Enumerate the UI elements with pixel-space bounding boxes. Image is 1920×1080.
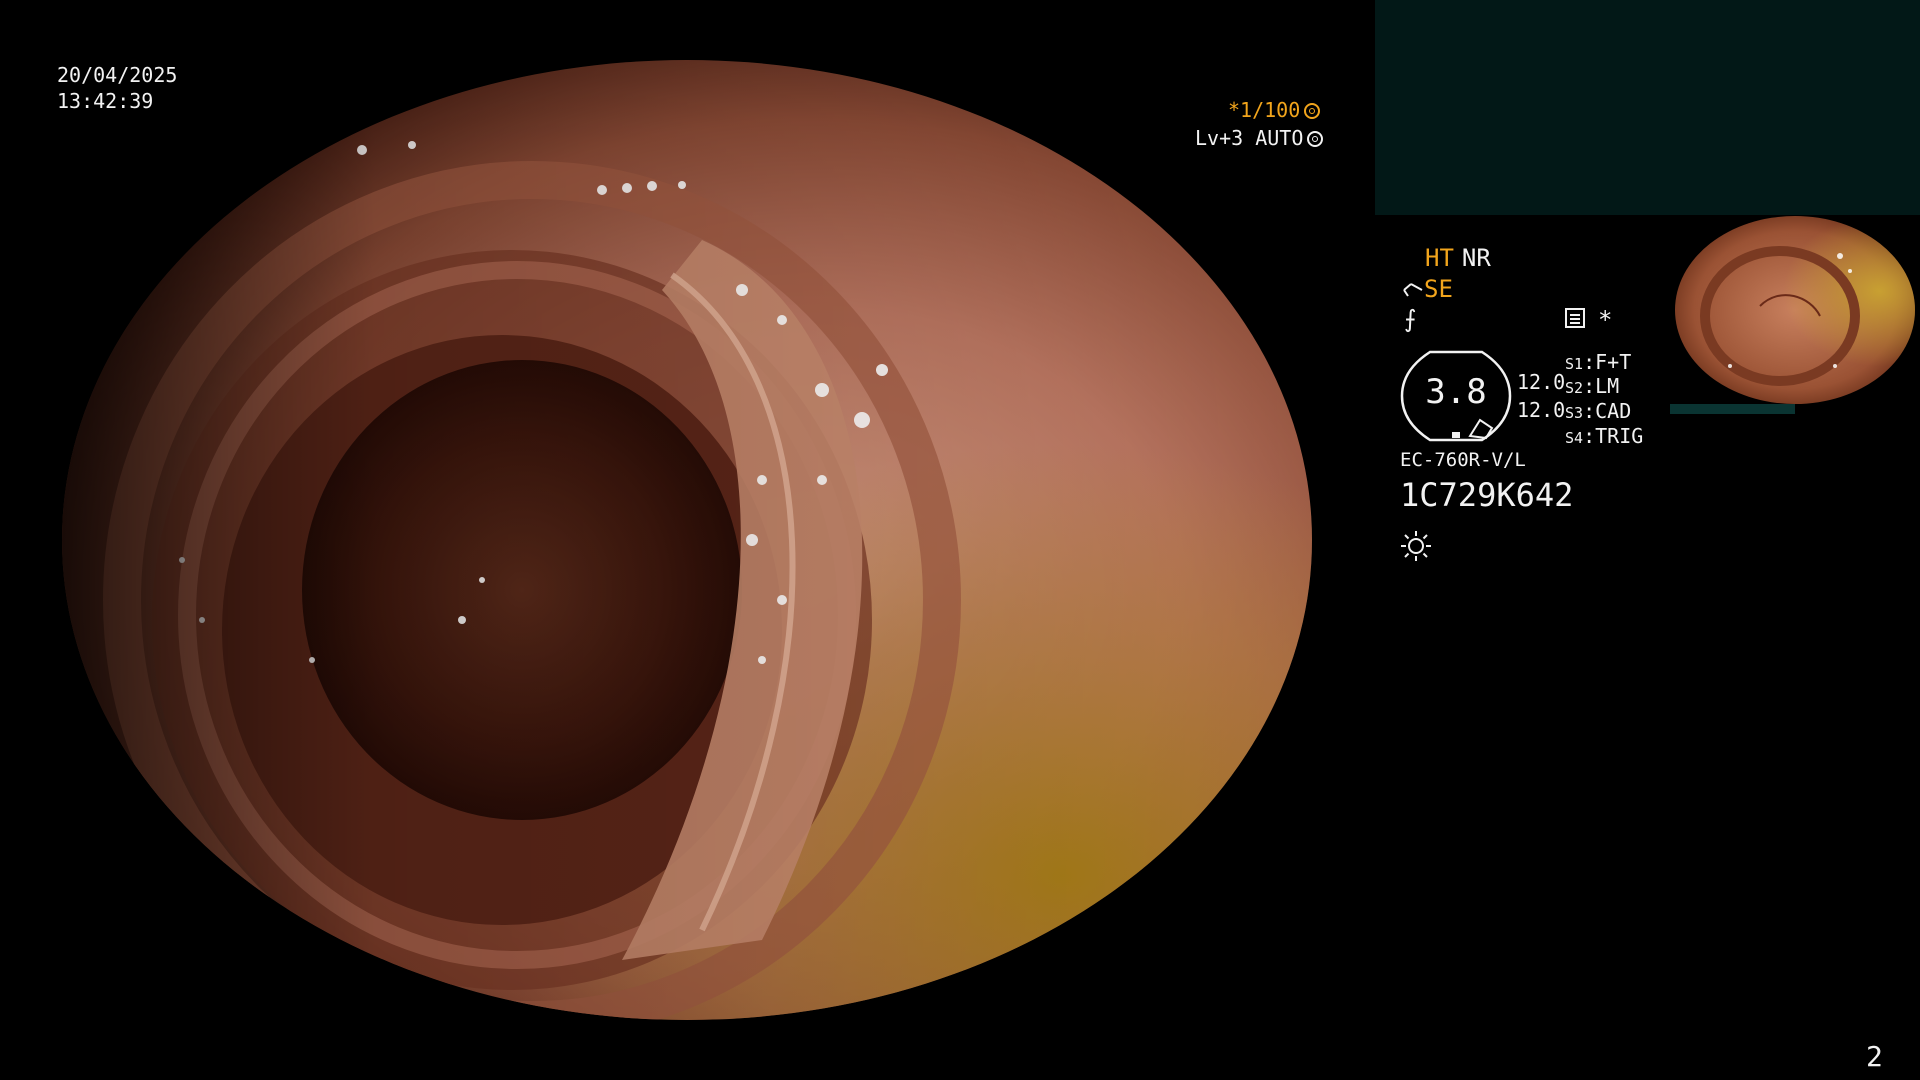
value-2: 12.0 xyxy=(1517,398,1566,422)
slot-value: CAD xyxy=(1595,399,1632,423)
value-1: 12.0 xyxy=(1517,370,1566,394)
slot-value: TRIG xyxy=(1595,424,1644,448)
slot-s3: S3:CAD xyxy=(1565,399,1632,423)
time-text: 13:42:39 xyxy=(57,89,154,113)
freq-symbol: ⨍ xyxy=(1404,305,1417,333)
level-readout: Lv+3 AUTO xyxy=(1195,126,1324,150)
shutter-icon xyxy=(1304,103,1321,119)
slot-key: S4 xyxy=(1565,429,1584,447)
slot-key: S1 xyxy=(1565,355,1584,373)
slot-key: S3 xyxy=(1565,404,1584,422)
thumbnail-image xyxy=(1670,216,1920,404)
auto-iris-icon xyxy=(1307,131,1324,147)
menu-icon xyxy=(1565,308,1585,328)
slot-s1: S1:F+T xyxy=(1565,350,1632,374)
slot-s4: S4:TRIG xyxy=(1565,424,1644,448)
colon-lumen-image xyxy=(62,60,1312,1020)
scope-icon xyxy=(1403,283,1423,297)
brightness-icon xyxy=(1401,531,1431,561)
slot-value: LM xyxy=(1595,374,1620,398)
scope-model: EC-760R-V/L xyxy=(1400,449,1526,471)
info-panel xyxy=(1375,0,1920,215)
ht-text: HT xyxy=(1425,244,1454,272)
se-text: SE xyxy=(1424,275,1453,303)
date-time: 20/04/2025 13:42:39 xyxy=(57,62,177,114)
capture-thumbnail[interactable] xyxy=(1670,216,1920,404)
page-number: 2 xyxy=(1866,1040,1883,1073)
level-text: Lv+3 AUTO xyxy=(1195,126,1304,150)
thumbnail-bar xyxy=(1670,404,1795,414)
endoscopic-view xyxy=(62,60,1312,1020)
gauge-value: 3.8 xyxy=(1425,372,1487,412)
shutter-readout: *1/100 xyxy=(1228,98,1321,122)
slot-value: F+T xyxy=(1595,350,1632,374)
ht-indicator: HT NR xyxy=(1425,244,1491,272)
scope-serial: 1C729K642 xyxy=(1400,476,1574,514)
shutter-text: *1/100 xyxy=(1228,98,1301,122)
se-indicator: SE xyxy=(1402,275,1453,303)
slot-s2: S2:LM xyxy=(1565,374,1620,398)
nr-text: NR xyxy=(1461,244,1491,272)
date-text: 20/04/2025 xyxy=(57,63,178,87)
slot-key: S2 xyxy=(1565,379,1584,397)
star-indicator: * xyxy=(1598,306,1613,334)
